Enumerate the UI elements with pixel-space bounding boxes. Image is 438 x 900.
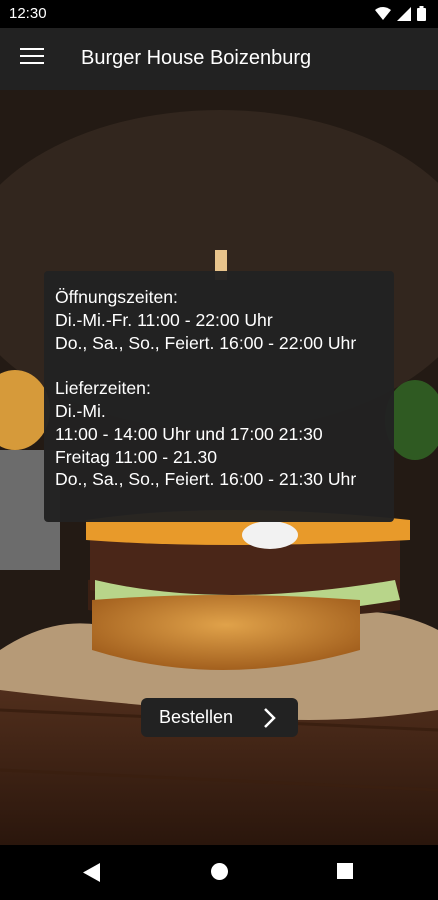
menu-icon	[20, 48, 44, 64]
delivery-hours-line: Freitag 11:00 - 21.30	[55, 446, 218, 467]
delivery-hours-line: 11:00 - 14:00 Uhr und 17:00 21:30	[55, 423, 323, 444]
opening-hours-card: Öffnungszeiten: Di.-Mi.-Fr. 11:00 - 22:0…	[44, 271, 394, 522]
opening-hours-title: Öffnungszeiten:	[55, 287, 178, 307]
menu-button[interactable]	[20, 48, 44, 66]
app-bar: Burger House Boizenburg	[0, 28, 438, 90]
app-title: Burger House Boizenburg	[81, 47, 312, 69]
status-bar: 12:30	[0, 0, 438, 28]
status-time: 12:30	[9, 5, 47, 22]
status-icons	[375, 6, 426, 21]
delivery-hours-title: Lieferzeiten:	[55, 378, 151, 399]
signal-icon	[397, 6, 411, 21]
delivery-hours-line: Di.-Mi.	[55, 400, 106, 421]
opening-hours-line: Di.-Mi.-Fr. 11:00 - 22:00 Uhr	[55, 309, 273, 330]
chevron-right-icon	[264, 708, 276, 728]
opening-hours-line: Do., Sa., So., Feiert. 16:00 - 22:00 Uhr	[55, 332, 357, 353]
home-icon[interactable]	[211, 863, 228, 880]
order-button-label: Bestellen	[159, 707, 234, 727]
wifi-icon	[375, 6, 391, 20]
order-button[interactable]: Bestellen	[141, 698, 298, 737]
back-icon[interactable]	[83, 863, 100, 882]
recents-icon[interactable]	[337, 863, 353, 879]
system-nav-bar	[0, 845, 438, 900]
delivery-hours-line: Do., Sa., So., Feiert. 16:00 - 21:30 Uhr	[55, 469, 357, 490]
battery-icon	[417, 6, 426, 21]
